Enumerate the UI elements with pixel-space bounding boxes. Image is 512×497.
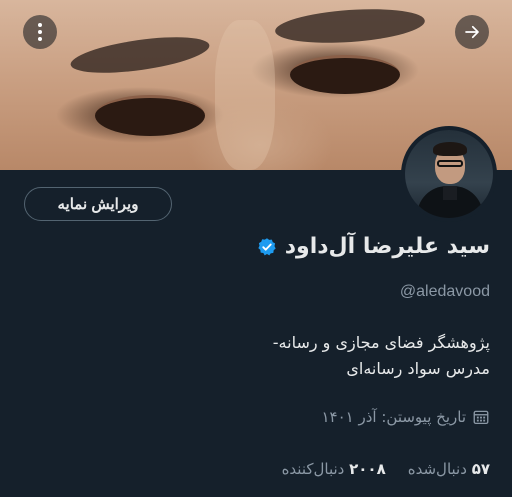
- more-options-button[interactable]: [23, 15, 57, 49]
- following-label: دنبال‌شده: [407, 460, 467, 478]
- arrow-right-icon: [465, 25, 479, 39]
- following-count: ۵۷: [471, 460, 490, 478]
- profile-bio: پژوهشگر فضای مجازی و رسانه- مدرس سواد رس…: [273, 330, 490, 382]
- avatar[interactable]: [401, 126, 497, 222]
- followers-label: دنبال‌کننده: [281, 460, 345, 478]
- followers-link[interactable]: ۲۰۰۸ دنبال‌کننده: [282, 460, 386, 478]
- calendar-icon: [473, 410, 489, 425]
- following-link[interactable]: ۵۷ دنبال‌شده: [408, 460, 490, 478]
- profile-name: سید علیرضا آل‌داود: [284, 234, 490, 259]
- follow-stats: ۵۷ دنبال‌شده ۲۰۰۸ دنبال‌کننده: [282, 460, 490, 478]
- more-vertical-icon: [38, 23, 42, 41]
- profile-handle: @aledavood: [399, 283, 490, 300]
- bio-line: پژوهشگر فضای مجازی و رسانه-: [272, 333, 490, 352]
- bio-line: مدرس سواد رسانه‌ای: [346, 359, 490, 378]
- join-date: تاریخ پیوستن: آذر ۱۴۰۱: [322, 408, 491, 426]
- join-date-text: تاریخ پیوستن: آذر ۱۴۰۱: [321, 408, 467, 426]
- back-button[interactable]: [455, 15, 489, 49]
- edit-profile-button[interactable]: ویرایش نمایه: [24, 187, 172, 221]
- followers-count: ۲۰۰۸: [349, 460, 386, 478]
- profile-name-row: سید علیرضا آل‌داود: [257, 234, 490, 259]
- verified-badge-icon[interactable]: [257, 237, 277, 257]
